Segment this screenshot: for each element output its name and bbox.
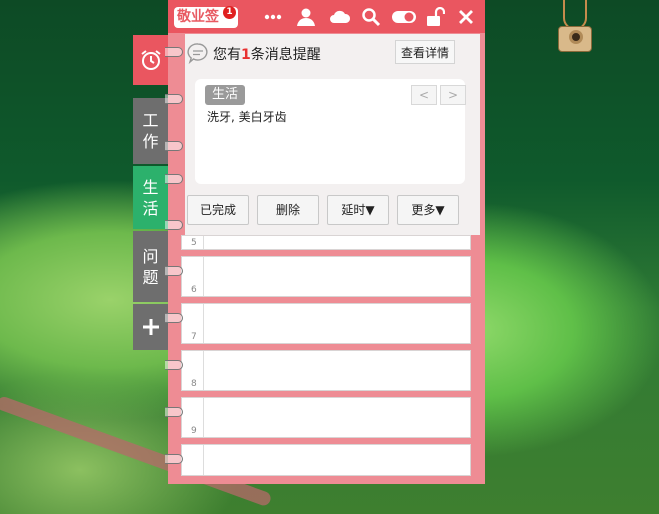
more-actions-button[interactable]: 更多▼ (397, 195, 459, 225)
note-row[interactable]: 6 (181, 256, 471, 297)
row-gutter: 8 (182, 351, 204, 390)
reminder-popup: 您有1条消息提醒 查看详情 生活 < > 洗牙, 美白牙齿 已完成 删除 延时▼… (185, 34, 480, 235)
mark-done-button[interactable]: 已完成 (187, 195, 249, 225)
prev-note-button[interactable]: < (411, 85, 437, 105)
next-note-button[interactable]: > (440, 85, 466, 105)
side-tab-problems-label: 问题 (142, 246, 159, 287)
binder-ring (165, 174, 183, 184)
note-row[interactable]: 8 (181, 350, 471, 391)
side-tab-problems[interactable]: 问题 (133, 231, 168, 302)
reminder-prefix: 您有 (213, 47, 241, 63)
postpone-button[interactable]: 延时▼ (327, 195, 389, 225)
camera-desktop-icon[interactable] (556, 0, 592, 52)
side-tab-life[interactable]: 生活 (133, 166, 168, 229)
row-number: 8 (191, 379, 197, 389)
camera-lens (569, 30, 583, 44)
row-number: 6 (191, 285, 197, 295)
reminder-suffix: 条消息提醒 (250, 47, 321, 63)
more-icon[interactable] (263, 7, 283, 27)
note-row[interactable]: 7 (181, 303, 471, 344)
binder-ring (165, 454, 183, 464)
close-icon[interactable] (456, 7, 476, 27)
note-category-tag: 生活 (205, 85, 245, 105)
app-logo[interactable]: 敬业签 1 (174, 6, 238, 28)
binder-ring (165, 266, 183, 276)
row-gutter (182, 445, 204, 475)
app-logo-text: 敬业签 (177, 9, 219, 25)
side-tab-add[interactable] (133, 304, 168, 350)
side-tab-work-label: 工作 (142, 111, 159, 151)
binder-ring (165, 407, 183, 417)
row-gutter: 6 (182, 257, 204, 296)
binder-ring (165, 94, 183, 104)
binder-ring (165, 313, 183, 323)
note-row[interactable]: 5 (181, 235, 471, 250)
binder-ring (165, 220, 183, 230)
chat-bubble-icon (187, 43, 208, 64)
note-content: 洗牙, 美白牙齿 (207, 110, 287, 124)
row-number: 9 (191, 426, 197, 436)
notification-badge: 1 (223, 6, 236, 19)
alarm-clock-icon (140, 50, 161, 70)
binder-ring (165, 360, 183, 370)
side-tab-work[interactable]: 工作 (133, 98, 168, 164)
camera-body (558, 26, 592, 52)
delete-button[interactable]: 删除 (257, 195, 319, 225)
user-icon[interactable] (296, 7, 316, 27)
view-details-button[interactable]: 查看详情 (395, 40, 455, 64)
note-card: 生活 < > 洗牙, 美白牙齿 (195, 79, 466, 184)
cloud-icon[interactable] (329, 7, 351, 27)
reminder-count: 1 (241, 47, 251, 63)
unlock-icon[interactable] (425, 6, 446, 27)
sticky-note-widget: 敬业签 1 您有1条消息提醒 查看详情 生活 < > 洗牙, 美白牙齿 已完成 … (165, 0, 485, 484)
row-gutter: 9 (182, 398, 204, 437)
plus-icon (142, 319, 159, 335)
binder-ring (165, 141, 183, 151)
side-tab-reminder[interactable] (133, 35, 168, 85)
row-number: 5 (191, 238, 197, 248)
row-gutter: 5 (182, 236, 204, 249)
note-row[interactable] (181, 444, 471, 476)
toggle-icon[interactable] (391, 7, 417, 27)
reminder-header: 您有1条消息提醒 查看详情 (185, 34, 480, 72)
row-number: 7 (191, 332, 197, 342)
row-gutter: 7 (182, 304, 204, 343)
search-icon[interactable] (361, 7, 381, 27)
title-bar: 敬业签 1 (168, 0, 485, 33)
reminder-message: 您有1条消息提醒 (213, 44, 321, 64)
side-tab-life-label: 生活 (142, 177, 159, 218)
note-row[interactable]: 9 (181, 397, 471, 438)
binder-ring (165, 47, 183, 57)
